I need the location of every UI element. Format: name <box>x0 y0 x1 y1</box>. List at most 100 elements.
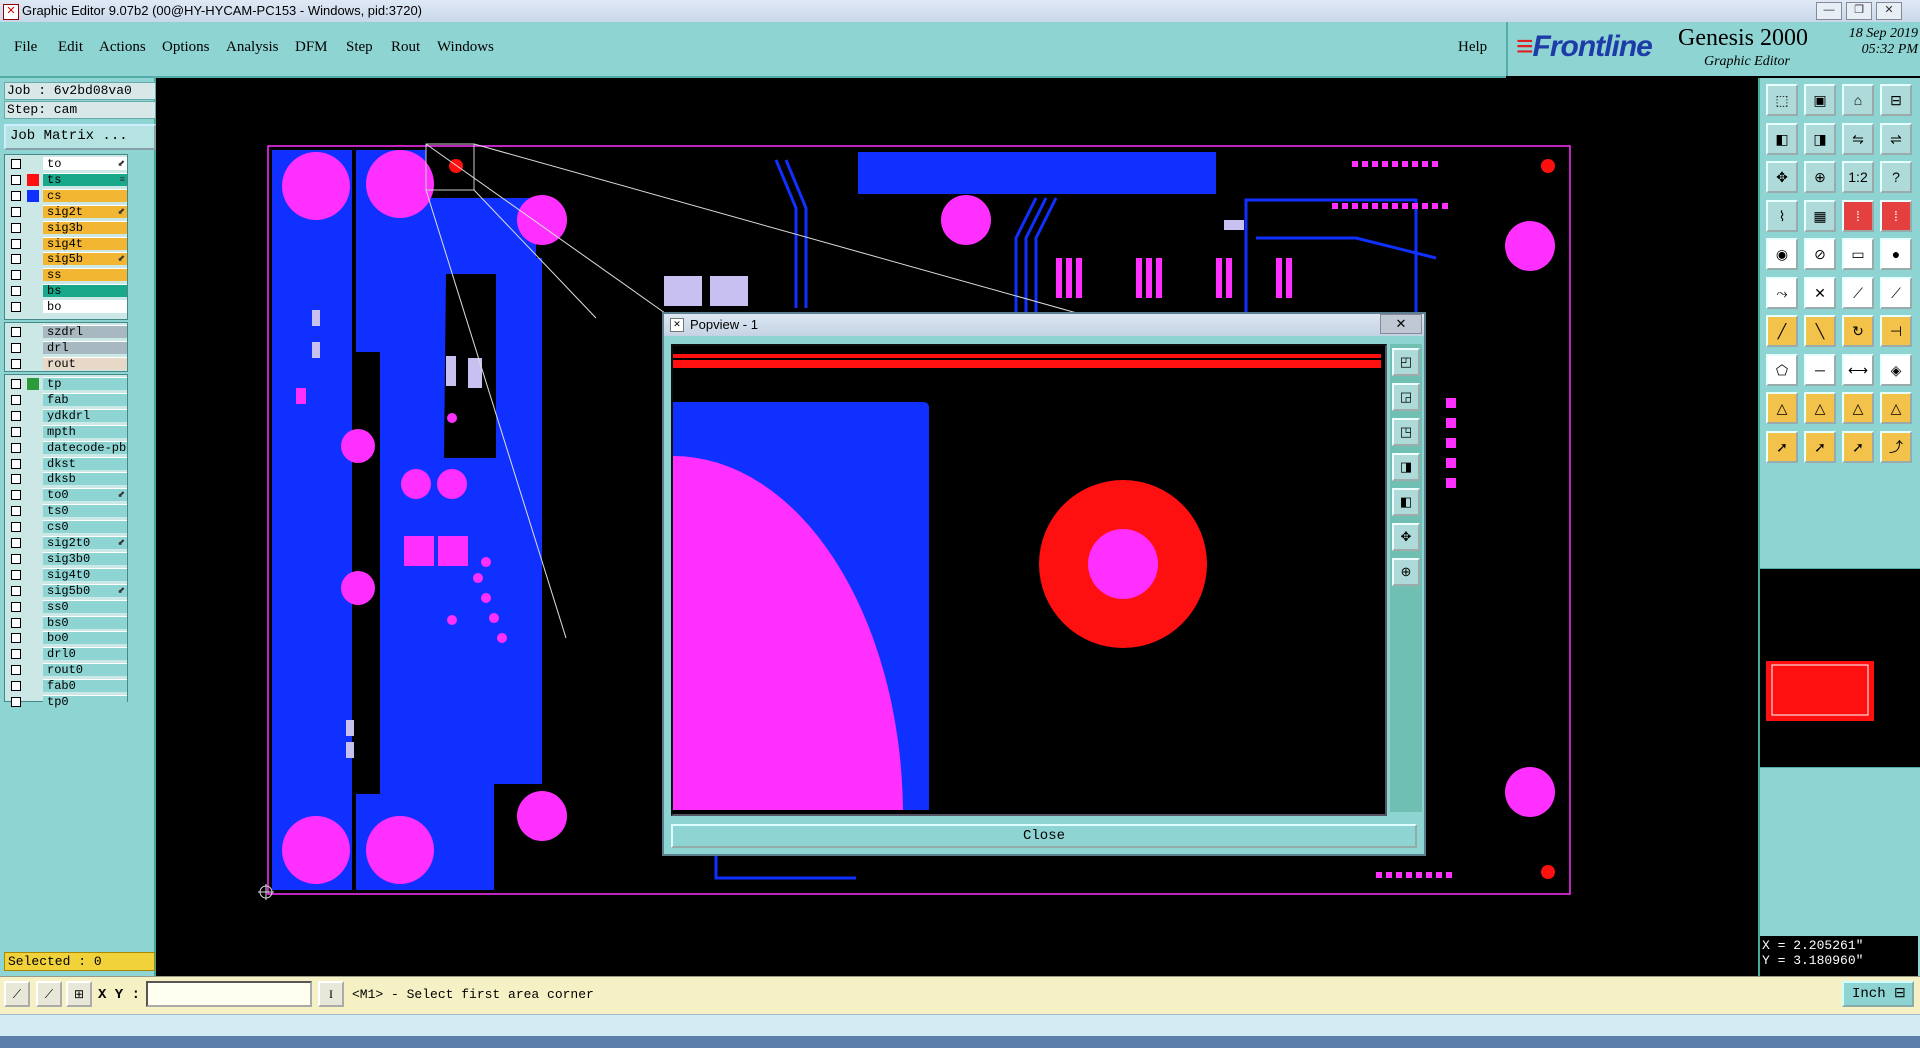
layer-name[interactable]: drl <box>43 340 127 354</box>
layer-row[interactable]: drl <box>7 340 127 355</box>
layer-row[interactable]: ss <box>7 268 127 282</box>
layer-checkbox[interactable] <box>11 358 21 369</box>
layer-name[interactable]: ts0 <box>43 504 127 518</box>
help-icon[interactable]: ? <box>1880 161 1912 193</box>
menu-help[interactable]: Help <box>1458 39 1487 56</box>
layer-checkbox[interactable] <box>11 458 21 469</box>
layer-checkbox[interactable] <box>11 585 21 596</box>
layer-row[interactable]: drl0 <box>7 647 127 661</box>
layer-row[interactable]: sig3b0 <box>7 551 127 566</box>
layer-row[interactable]: rout <box>7 356 127 371</box>
layer-checkbox[interactable] <box>11 206 21 217</box>
copy-left-icon[interactable]: ◧ <box>1766 122 1798 155</box>
zoom-fit-icon[interactable]: ✥ <box>1766 161 1798 193</box>
layer-checkbox[interactable] <box>11 302 21 313</box>
layer-name[interactable]: szdrl <box>43 325 127 338</box>
menu-step[interactable]: Step <box>346 39 373 56</box>
arc-icon[interactable]: ↻ <box>1842 315 1874 347</box>
unit-selector[interactable]: Inch ⊟ <box>1842 981 1914 1007</box>
layer-checkbox[interactable] <box>11 222 21 233</box>
save-icon[interactable]: ▣ <box>1804 84 1836 116</box>
select-orange-icon[interactable]: ➚ <box>1804 430 1836 463</box>
slash-icon[interactable]: ⊘ <box>1804 238 1836 270</box>
diagonal-icon[interactable]: ╲ <box>1804 315 1836 347</box>
layer-row[interactable]: to ⬋ <box>7 157 127 171</box>
layer-checkbox[interactable] <box>11 474 21 485</box>
layer-name[interactable]: ss <box>43 268 127 282</box>
triangle4-icon[interactable]: △ <box>1880 392 1912 424</box>
layer-name[interactable]: bs <box>43 284 127 298</box>
layer-row[interactable]: mpth <box>7 424 127 439</box>
grid-snap-icon[interactable]: ⊞ <box>66 981 92 1007</box>
one-to-two-icon[interactable]: 1:2 <box>1842 161 1874 193</box>
layer-checkbox[interactable] <box>11 490 21 501</box>
layer-row[interactable]: szdrl <box>7 325 127 339</box>
minimize-button[interactable]: — <box>1816 2 1842 20</box>
layer-name[interactable]: ydkdrl <box>43 408 127 422</box>
layer-name[interactable]: sig2t0 ⬋ <box>43 536 127 549</box>
route-icon[interactable]: ⤴ <box>1880 430 1912 463</box>
split-icon[interactable]: ⊣ <box>1880 315 1912 347</box>
layer-checkbox[interactable] <box>11 665 21 676</box>
maximize-button[interactable]: ❐ <box>1846 2 1872 20</box>
layer-row[interactable]: ts0 <box>7 504 127 518</box>
layer-name[interactable]: to ⬋ <box>43 157 127 170</box>
layer-name[interactable]: datecode-pb <box>43 440 127 454</box>
popview-left-icon[interactable]: ◧ <box>1392 488 1420 516</box>
layer-checkbox[interactable] <box>11 286 21 297</box>
layer-name[interactable]: fab <box>43 392 127 406</box>
snap-off-icon[interactable]: ⁞ <box>1880 199 1912 232</box>
layer-row[interactable]: tp <box>7 377 127 391</box>
circle-icon[interactable]: ● <box>1880 238 1912 270</box>
snap-icon[interactable]: ⁞ <box>1842 199 1874 232</box>
layer-row[interactable]: rout0 <box>7 663 127 677</box>
layer-row[interactable]: bo <box>7 300 127 314</box>
layer-checkbox[interactable] <box>11 426 21 437</box>
layer-row[interactable]: sig4t <box>7 236 127 251</box>
layer-row[interactable]: ydkdrl <box>7 408 127 423</box>
layer-checkbox[interactable] <box>11 190 21 201</box>
popview-canvas[interactable] <box>671 344 1387 816</box>
layer-name[interactable]: dksb <box>43 472 127 486</box>
layer-row[interactable]: sig4t0 <box>7 567 127 582</box>
grid-icon[interactable]: ▦ <box>1804 199 1836 232</box>
cursor-icon[interactable]: I <box>318 981 344 1007</box>
layer-name[interactable]: sig5b ⬋ <box>43 252 127 266</box>
layer-row[interactable]: sig3b <box>7 220 127 235</box>
job-matrix-button[interactable]: Job Matrix ... <box>4 124 156 150</box>
popview-close-button[interactable]: Close <box>671 824 1417 848</box>
zoom-in-icon[interactable]: ⊕ <box>1804 161 1836 193</box>
layer-name[interactable]: bs0 <box>43 615 127 629</box>
layer-name[interactable]: sig2t ⬋ <box>43 204 127 218</box>
layer-name[interactable]: fab0 <box>43 679 127 693</box>
menu-options[interactable]: Options <box>162 39 210 56</box>
layer-name[interactable]: cs <box>43 188 127 202</box>
layer-name[interactable]: rout <box>43 356 127 370</box>
line-pad2-icon[interactable]: ⟋ <box>1880 276 1912 309</box>
layer-name[interactable]: sig4t <box>43 236 127 250</box>
pad-icon[interactable]: ◉ <box>1766 238 1798 270</box>
layer-row[interactable]: sig5b0 ⬋ <box>7 583 127 598</box>
line-pad-icon[interactable]: ⟋ <box>1842 276 1874 309</box>
popview-zoom-box-icon[interactable]: ◲ <box>1392 383 1420 411</box>
layer-checkbox[interactable] <box>11 379 21 389</box>
layer-checkbox[interactable] <box>11 342 21 353</box>
layer-checkbox[interactable] <box>11 617 21 628</box>
layer-row[interactable]: dkst <box>7 456 127 471</box>
layer-checkbox[interactable] <box>11 270 21 281</box>
menu-file[interactable]: File <box>14 39 37 56</box>
layer-name[interactable]: rout0 <box>43 663 127 677</box>
dimension-icon[interactable]: ⟷ <box>1842 353 1874 386</box>
popview-close-x[interactable]: ✕ <box>1380 314 1422 334</box>
layer-checkbox[interactable] <box>11 394 21 405</box>
ruler-icon[interactable]: ▭ <box>1842 238 1874 270</box>
snap-angle-icon[interactable]: ⟋ <box>36 981 62 1007</box>
home-icon[interactable]: ⌂ <box>1842 84 1874 116</box>
popview-right-icon[interactable]: ◨ <box>1392 453 1420 481</box>
mirror-icon[interactable]: ⇋ <box>1842 122 1874 155</box>
layer-name[interactable]: bo0 <box>43 631 127 645</box>
layer-checkbox[interactable] <box>11 649 21 660</box>
overview-map[interactable] <box>1760 568 1920 768</box>
layer-checkbox[interactable] <box>11 681 21 692</box>
layer-checkbox[interactable] <box>11 601 21 612</box>
